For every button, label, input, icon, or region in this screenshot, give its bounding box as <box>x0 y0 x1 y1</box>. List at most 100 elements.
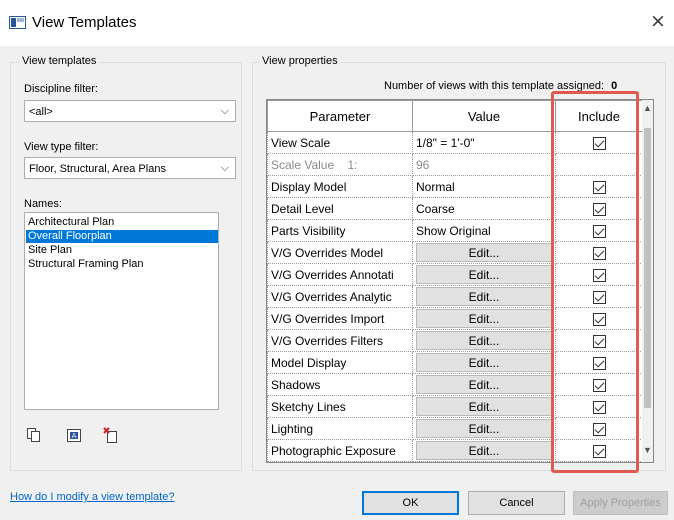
column-header-value[interactable]: Value <box>412 100 556 132</box>
value-cell[interactable]: Show Original <box>412 219 556 242</box>
ok-button[interactable]: OK <box>362 491 459 515</box>
list-item[interactable]: Structural Framing Plan <box>26 258 218 271</box>
scroll-up-icon[interactable]: ▲ <box>642 103 653 113</box>
cancel-button[interactable]: Cancel <box>468 491 565 515</box>
view-properties-group-title: View properties <box>259 55 341 67</box>
include-cell[interactable] <box>555 175 642 198</box>
scroll-down-icon[interactable]: ▼ <box>642 445 653 455</box>
include-cell[interactable] <box>555 285 642 308</box>
include-checkbox[interactable] <box>592 378 606 392</box>
include-checkbox[interactable] <box>592 202 606 216</box>
include-cell[interactable] <box>555 307 642 330</box>
discipline-filter-dropdown[interactable]: <all> ⌵ <box>24 100 236 122</box>
include-checkbox[interactable] <box>592 312 606 326</box>
table-row[interactable]: Sketchy Lines Edit... <box>267 395 642 418</box>
include-cell[interactable] <box>555 351 642 374</box>
include-cell[interactable] <box>555 131 642 154</box>
table-row[interactable]: Parts Visibility Show Original <box>267 219 642 242</box>
rename-icon[interactable]: A <box>66 428 82 444</box>
assigned-views-value: 0 <box>611 80 618 92</box>
value-cell[interactable]: 1/8" = 1'-0" <box>412 131 556 154</box>
include-checkbox[interactable] <box>592 444 606 458</box>
value-cell[interactable]: Edit... <box>412 285 556 308</box>
parameter-cell: V/G Overrides Model <box>267 241 413 264</box>
names-list[interactable]: Architectural Plan Overall Floorplan Sit… <box>24 212 219 410</box>
edit-button[interactable]: Edit... <box>416 309 552 328</box>
include-checkbox[interactable] <box>592 268 606 282</box>
table-row[interactable]: Model Display Edit... <box>267 351 642 374</box>
include-cell[interactable] <box>555 439 642 462</box>
list-item[interactable]: Architectural Plan <box>26 216 218 229</box>
table-row[interactable]: V/G Overrides Import Edit... <box>267 307 642 330</box>
assigned-views-count: Number of views with this template assig… <box>384 80 617 92</box>
parameter-cell: Shadows <box>267 373 413 396</box>
value-cell[interactable]: Edit... <box>412 307 556 330</box>
table-row[interactable]: Detail Level Coarse <box>267 197 642 220</box>
edit-button[interactable]: Edit... <box>416 265 552 284</box>
edit-button[interactable]: Edit... <box>416 331 552 350</box>
list-item-selected[interactable]: Overall Floorplan <box>26 230 218 243</box>
edit-button[interactable]: Edit... <box>416 287 552 306</box>
edit-button[interactable]: Edit... <box>416 375 552 394</box>
view-type-filter-dropdown[interactable]: Floor, Structural, Area Plans ⌵ <box>24 157 236 179</box>
list-item[interactable]: Site Plan <box>26 244 218 257</box>
include-cell[interactable] <box>555 395 642 418</box>
edit-button[interactable]: Edit... <box>416 397 552 416</box>
value-cell[interactable]: Edit... <box>412 263 556 286</box>
table-row[interactable]: Photographic Exposure Edit... <box>267 439 642 462</box>
include-checkbox[interactable] <box>592 290 606 304</box>
parameter-cell: Sketchy Lines <box>267 395 413 418</box>
column-header-parameter[interactable]: Parameter <box>267 100 413 132</box>
value-cell[interactable]: Edit... <box>412 329 556 352</box>
close-icon[interactable]: × <box>648 11 668 31</box>
include-cell[interactable] <box>555 241 642 264</box>
include-checkbox[interactable] <box>592 180 606 194</box>
table-row[interactable]: Lighting Edit... <box>267 417 642 440</box>
edit-button[interactable]: Edit... <box>416 441 552 460</box>
value-cell[interactable]: Coarse <box>412 197 556 220</box>
parameter-cell: Lighting <box>267 417 413 440</box>
include-cell[interactable] <box>555 153 642 176</box>
include-cell[interactable] <box>555 329 642 352</box>
edit-button[interactable]: Edit... <box>416 353 552 372</box>
value-cell[interactable]: Edit... <box>412 417 556 440</box>
include-checkbox[interactable] <box>592 356 606 370</box>
table-row[interactable]: Shadows Edit... <box>267 373 642 396</box>
value-cell[interactable]: Edit... <box>412 373 556 396</box>
assigned-views-label: Number of views with this template assig… <box>384 80 605 92</box>
include-cell[interactable] <box>555 219 642 242</box>
edit-button[interactable]: Edit... <box>416 243 552 262</box>
table-row[interactable]: View Scale 1/8" = 1'-0" <box>267 131 642 154</box>
include-checkbox[interactable] <box>592 136 606 150</box>
include-checkbox[interactable] <box>592 224 606 238</box>
table-row[interactable]: Display Model Normal <box>267 175 642 198</box>
include-checkbox[interactable] <box>592 334 606 348</box>
help-link[interactable]: How do I modify a view template? <box>10 491 174 503</box>
value-cell[interactable]: Edit... <box>412 241 556 264</box>
include-cell[interactable] <box>555 197 642 220</box>
duplicate-icon[interactable] <box>26 427 42 443</box>
include-checkbox[interactable] <box>592 400 606 414</box>
value-cell[interactable]: Edit... <box>412 351 556 374</box>
value-cell[interactable]: Edit... <box>412 439 556 462</box>
include-checkbox[interactable] <box>592 246 606 260</box>
table-row[interactable]: V/G Overrides Filters Edit... <box>267 329 642 352</box>
value-cell: 96 <box>412 153 556 176</box>
include-checkbox[interactable] <box>592 422 606 436</box>
column-header-include[interactable]: Include <box>555 100 642 132</box>
table-row[interactable]: Scale Value 1: 96 <box>267 153 642 176</box>
include-cell[interactable] <box>555 417 642 440</box>
delete-icon[interactable] <box>102 426 120 444</box>
include-cell[interactable] <box>555 373 642 396</box>
parameter-cell: V/G Overrides Analytic <box>267 285 413 308</box>
value-cell[interactable]: Normal <box>412 175 556 198</box>
vertical-scrollbar[interactable]: ▲ ▼ <box>642 100 653 462</box>
table-row[interactable]: V/G Overrides Analytic Edit... <box>267 285 642 308</box>
value-cell[interactable]: Edit... <box>412 395 556 418</box>
scrollbar-thumb[interactable] <box>644 128 651 408</box>
table-row[interactable]: V/G Overrides Model Edit... <box>267 241 642 264</box>
table-row[interactable]: V/G Overrides Annotati Edit... <box>267 263 642 286</box>
edit-button[interactable]: Edit... <box>416 419 552 438</box>
view-properties-grid[interactable]: Parameter Value Include View Scale 1/8" =… <box>266 99 654 463</box>
include-cell[interactable] <box>555 263 642 286</box>
